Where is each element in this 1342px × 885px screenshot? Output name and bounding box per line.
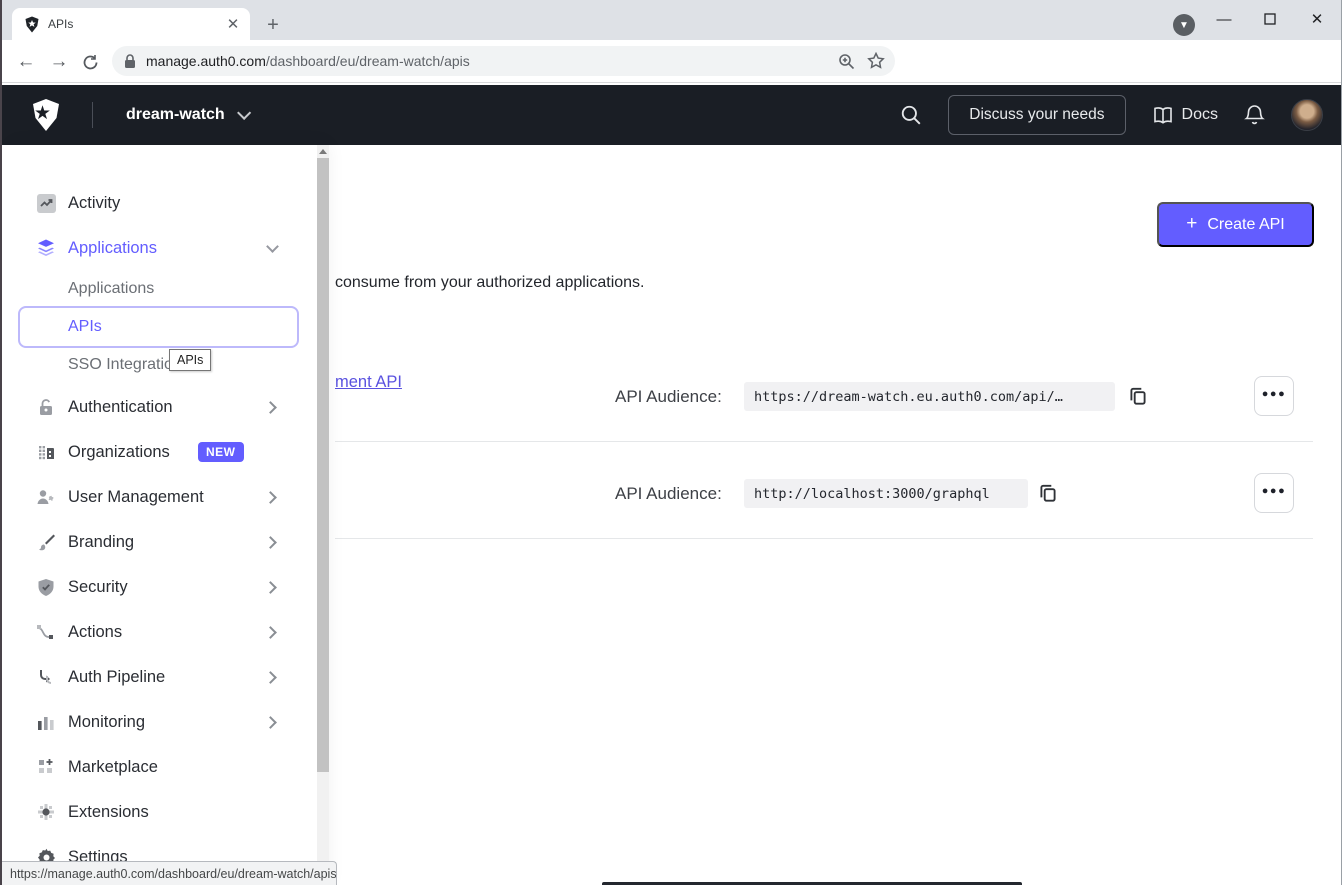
book-icon (1152, 106, 1174, 125)
row-divider (335, 538, 1313, 539)
search-icon[interactable] (900, 104, 922, 126)
create-api-button[interactable]: + Create API (1157, 202, 1314, 247)
apis-page: + Create API consume from your authorize… (2, 145, 1341, 885)
new-tab-button[interactable]: + (260, 13, 286, 39)
url-text: manage.auth0.com/dashboard/eu/dream-watc… (146, 53, 470, 69)
sidebar-drawer: Activity Applications Applications APIs … (2, 145, 317, 885)
chevron-right-icon (264, 401, 277, 414)
api-audience-label: API Audience: (615, 387, 722, 407)
media-controls-button[interactable]: ▼ (1173, 14, 1195, 36)
sidebar-item-monitoring[interactable]: Monitoring (2, 700, 317, 744)
user-gear-icon (36, 487, 56, 507)
extensions-icon (36, 802, 56, 822)
sidebar-item-extensions[interactable]: Extensions (2, 790, 317, 834)
apis-tooltip: APIs (169, 349, 211, 371)
close-window-button[interactable]: ✕ (1302, 4, 1332, 34)
chevron-down-icon (266, 240, 279, 253)
chevron-right-icon (264, 671, 277, 684)
shield-check-icon (36, 577, 56, 597)
applications-icon (36, 238, 56, 258)
tab-title: APIs (48, 17, 224, 31)
chevron-right-icon (264, 626, 277, 639)
row-divider (335, 441, 1313, 442)
copy-icon[interactable] (1037, 482, 1059, 504)
sidebar-scrollbar[interactable] (317, 145, 329, 885)
auth0-logo[interactable]: ★ (30, 98, 62, 132)
forward-button[interactable]: → (45, 48, 73, 76)
bar-chart-icon (36, 712, 56, 732)
chevron-right-icon (264, 716, 277, 729)
reload-button[interactable] (76, 48, 104, 76)
page-description-fragment: consume from your authorized application… (335, 274, 645, 292)
api-audience-value: https://dream-watch.eu.auth0.com/api/… (744, 382, 1115, 411)
zoom-icon[interactable] (838, 53, 855, 70)
docs-link[interactable]: Docs (1152, 106, 1218, 125)
sidebar-item-applications[interactable]: Applications (2, 226, 317, 270)
copy-icon[interactable] (1127, 385, 1149, 407)
nav-divider (92, 102, 93, 128)
marketplace-icon (36, 757, 56, 777)
browser-window: APIs ✕ + ▼ — ✕ ← → manage.auth0.com/dash… (0, 0, 1342, 885)
tenant-switcher[interactable]: dream-watch (126, 85, 247, 145)
api-name-link[interactable]: ment API (335, 373, 402, 392)
address-bar[interactable]: manage.auth0.com/dashboard/eu/dream-watc… (112, 46, 895, 76)
tab-close-icon[interactable]: ✕ (224, 15, 242, 33)
sidebar-item-sso-integrations[interactable]: SSO Integrations (2, 343, 317, 387)
maximize-button[interactable] (1255, 4, 1285, 34)
bookmark-star-icon[interactable] (867, 52, 885, 70)
paintbrush-icon (36, 532, 56, 552)
row-menu-button[interactable]: ●●● (1254, 473, 1294, 513)
plus-icon: + (1186, 213, 1197, 235)
minimize-button[interactable]: — (1209, 4, 1239, 34)
new-badge: NEW (198, 442, 244, 462)
sidebar-item-actions[interactable]: Actions (2, 610, 317, 654)
notifications-bell-icon[interactable] (1244, 104, 1265, 127)
back-button[interactable]: ← (12, 48, 40, 76)
auth0-logo-star: ★ (34, 102, 51, 125)
sidebar-item-user-management[interactable]: User Management (2, 475, 317, 519)
chevron-right-icon (264, 536, 277, 549)
sidebar-item-organizations[interactable]: Organizations NEW (2, 430, 317, 474)
sidebar-item-auth-pipeline[interactable]: Auth Pipeline (2, 655, 317, 699)
sidebar-item-marketplace[interactable]: Marketplace (2, 745, 317, 789)
flow-icon (36, 622, 56, 642)
browser-toolbar: ← → manage.auth0.com/dashboard/eu/dream-… (2, 40, 1341, 83)
activity-icon (36, 193, 56, 213)
chevron-right-icon (264, 491, 277, 504)
sidebar-item-activity[interactable]: Activity (2, 181, 317, 225)
chevron-down-icon (237, 106, 251, 120)
chevron-right-icon (264, 581, 277, 594)
scrollbar-up-arrow[interactable] (319, 149, 327, 154)
organization-icon (36, 442, 56, 462)
tab-strip: APIs ✕ + ▼ — ✕ (2, 0, 1341, 40)
api-audience-label: API Audience: (615, 484, 722, 504)
auth0-top-nav: ★ dream-watch Discuss your needs Docs (2, 85, 1341, 145)
pipeline-arrow-icon (36, 667, 56, 687)
scrollbar-thumb[interactable] (317, 158, 329, 772)
discuss-your-needs-button[interactable]: Discuss your needs (948, 95, 1125, 135)
sidebar-item-branding[interactable]: Branding (2, 520, 317, 564)
auth0-favicon (24, 16, 40, 33)
sidebar-item-security[interactable]: Security (2, 565, 317, 609)
row-menu-button[interactable]: ●●● (1254, 376, 1294, 416)
lock-icon (36, 397, 56, 417)
user-avatar[interactable] (1291, 99, 1323, 131)
sidebar-item-authentication[interactable]: Authentication (2, 385, 317, 429)
status-bar-url: https://manage.auth0.com/dashboard/eu/dr… (2, 861, 337, 885)
api-audience-value: http://localhost:3000/graphql (744, 479, 1028, 508)
browser-tab[interactable]: APIs ✕ (12, 8, 250, 40)
lock-icon (124, 54, 136, 69)
